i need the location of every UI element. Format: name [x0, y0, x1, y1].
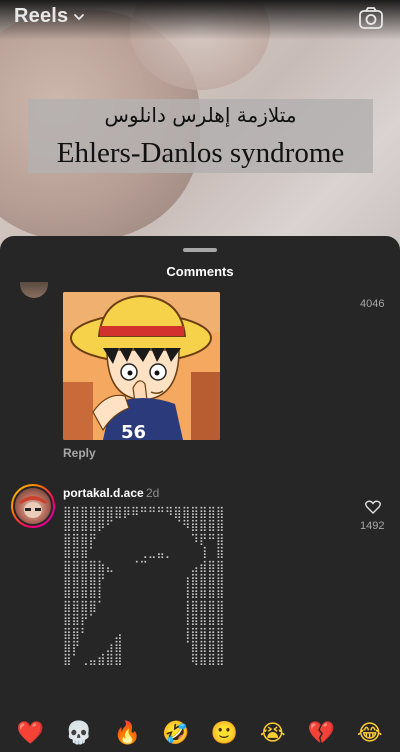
comments-title: Comments [166, 264, 234, 279]
svg-text:56: 56 [121, 422, 146, 440]
comment-text-line: ⣿⣿⣿⣿⣷⣄⠀⠀⠈⠉⠀⠀⠀⠀⠀⣠⣾⣿⣿ [63, 558, 225, 573]
like-heart-icon[interactable] [365, 500, 381, 514]
emoji-reaction-bar: ❤️ 💀 🔥 🤣 🙂 😭 💔 😂 [0, 716, 400, 752]
comment-text-line: ⣿⣿⡟⠁⠀⠀⠀⠀⠀⠀⠀⠀⠀⠀⢸⣿⣿⣿⣿ [63, 612, 225, 627]
reels-header: Reels [0, 0, 400, 36]
comment-text-line: ⣿⣿⣿⣿⡟⠀⠀⠀⠀⠀⠀⠀⠀⠀⢰⣿⣿⣿⣿ [63, 572, 225, 587]
reply-button[interactable]: Reply [63, 446, 96, 460]
comment-text-line: ⣿⣿⣿⣿⣿⣿⣿⡿⠿⠛⠛⠛⠻⣿⣿⣿⣿⣿⣿ [63, 506, 225, 519]
chevron-down-icon [74, 13, 85, 20]
reels-title: Reels [14, 5, 69, 27]
joy-emoji-button[interactable]: 😂 [355, 722, 385, 746]
comment-text-line: ⣿⡟⠀⠀⠀⣰⣿⠀⠀⠀⠀⠀⠀⠀⠈⣿⣿⣿⣿ [63, 639, 225, 654]
reel-caption-box: متلازمة إهلرس دانلوس Ehlers-Danlos syndr… [28, 99, 373, 173]
comment-text-line: ⣿⣿⣿⠁⠀⠀⠀⠀⠀⢀⣀⣤⡀⠀⠀⠀⢸⠀⣿ [63, 545, 225, 560]
crying-emoji-button[interactable]: 😭 [258, 722, 288, 746]
comment-text-ascii-art: ⣿⣿⣿⣿⣿⣿⣿⡿⠿⠛⠛⠛⠻⣿⣿⣿⣿⣿⣿ ⣿⣿⣿⣿⡿⠋⠀⠀⠀⠀⠀⠀⠀⠈⠻⣿⣿⣿⣿ … [63, 506, 263, 716]
broken-heart-emoji-button[interactable]: 💔 [306, 722, 336, 746]
like-count: 4046 [360, 298, 385, 310]
avatar[interactable] [20, 282, 48, 298]
skull-emoji-button[interactable]: 💀 [64, 722, 94, 746]
smile-emoji-button[interactable]: 🙂 [209, 722, 239, 746]
comment-username[interactable]: portakal.d.ace [63, 486, 144, 500]
fire-emoji-button[interactable]: 🔥 [112, 722, 142, 746]
reel-video[interactable]: متلازمة إهلرس دانلوس Ehlers-Danlos syndr… [0, 0, 400, 250]
comment-text-line: ⣿⣿⣿⣿⡇⠀⠀⠀⠀⠀⠀⠀⠀⠀⢸⣿⣿⣿⣿ [63, 585, 225, 600]
caption-arabic: متلازمة إهلرس دانلوس [104, 103, 297, 127]
comment-text-line: ⣿⣿⣿⣿⠁⠀⠀⠀⠀⠀⠀⠀⠀⠀⢸⣿⣿⣿⣿ [63, 598, 225, 613]
like-count: 1492 [360, 520, 385, 532]
comment-text-line: ⣿⠁⢀⣤⣾⣿⣿⠀⠀⠀⠀⠀⠀⠀⠀⢿⣿⣿⣿ [63, 652, 225, 667]
camera-icon[interactable] [358, 6, 384, 30]
comments-sheet: Comments 56 4046 Reply portakal.d.ace 2d… [0, 236, 400, 752]
avatar[interactable] [11, 484, 55, 528]
comment-timestamp: 2d [146, 486, 160, 500]
heart-emoji-button[interactable]: ❤️ [15, 722, 45, 746]
comment-gif[interactable]: 56 [63, 292, 220, 440]
caption-english: Ehlers-Danlos syndrome [56, 137, 345, 169]
sheet-drag-handle[interactable] [183, 248, 217, 252]
straw-hat-boy-illustration: 56 [63, 292, 220, 440]
comment-text-line: ⣿⣿⣿⡟⠀⠀⠀⠀⠀⠀⠀⠀⠀⠀⠀⠹⡟⠛⣿ [63, 531, 225, 546]
comment-text-line: ⣿⣿⠃⠀⠀⠀⣠⠀⠀⠀⠀⠀⠀⠀⢸⣿⣿⣿⣿ [63, 625, 225, 640]
reels-title-dropdown[interactable]: Reels [14, 5, 86, 28]
comment-text-line: ⣿⣿⣿⣿⡿⠋⠀⠀⠀⠀⠀⠀⠀⠈⠻⣿⣿⣿⣿ [63, 518, 225, 533]
rofl-emoji-button[interactable]: 🤣 [161, 722, 191, 746]
avatar-image [19, 496, 47, 518]
